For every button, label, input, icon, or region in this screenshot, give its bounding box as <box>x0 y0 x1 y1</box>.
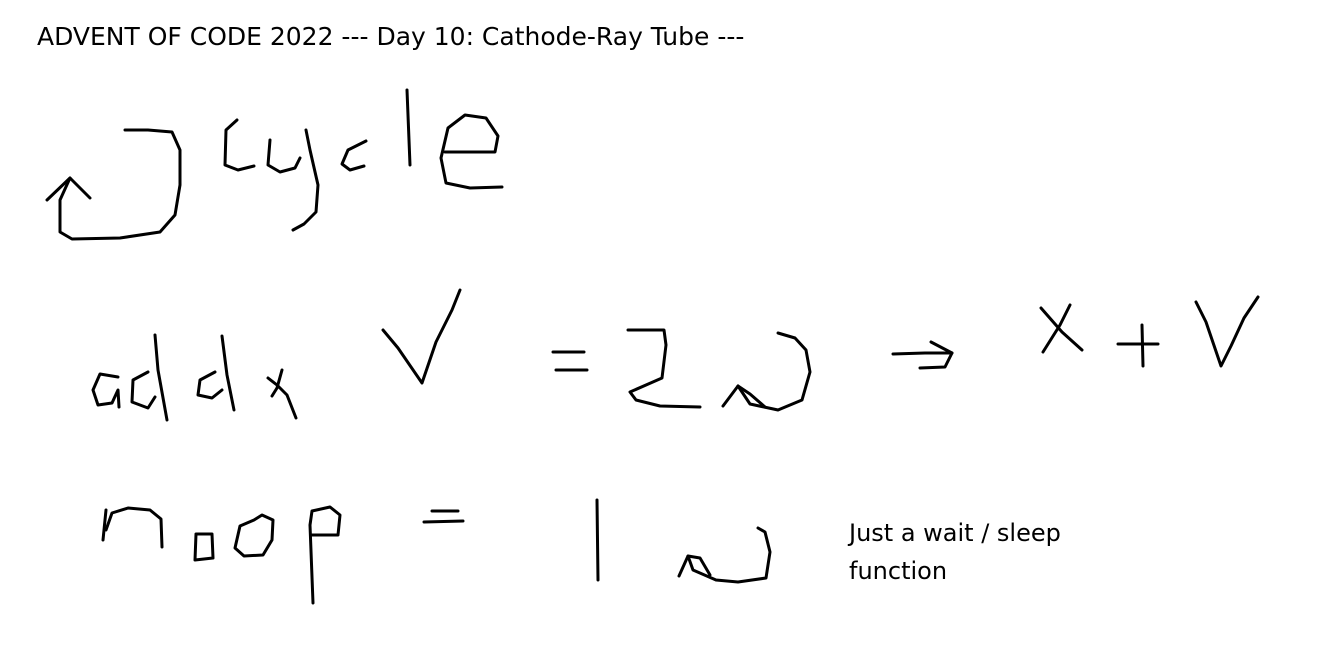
handwritten-x-plus-v <box>1039 295 1260 368</box>
cycle-loop-icon-noop <box>677 526 772 584</box>
handwritten-addx-word <box>91 333 298 422</box>
handwritten-noop-word <box>101 505 342 605</box>
handwritten-digit-1 <box>595 498 600 582</box>
handwritten-v-argument <box>381 288 462 385</box>
arrow-icon <box>891 340 954 370</box>
note-text: Just a wait / sleep function <box>849 519 1061 585</box>
cycle-loop-icon <box>45 128 182 241</box>
handwritten-equals-2 <box>422 509 465 524</box>
handwritten-cycle-word <box>223 88 504 232</box>
handwriting-layer <box>45 88 1260 605</box>
cycle-loop-icon-addx <box>721 331 812 412</box>
handwritten-digit-2 <box>626 328 702 409</box>
handwritten-equals-1 <box>551 350 589 372</box>
drawing-canvas: ADVENT OF CODE 2022 --- Day 10: Cathode-… <box>0 0 1317 660</box>
